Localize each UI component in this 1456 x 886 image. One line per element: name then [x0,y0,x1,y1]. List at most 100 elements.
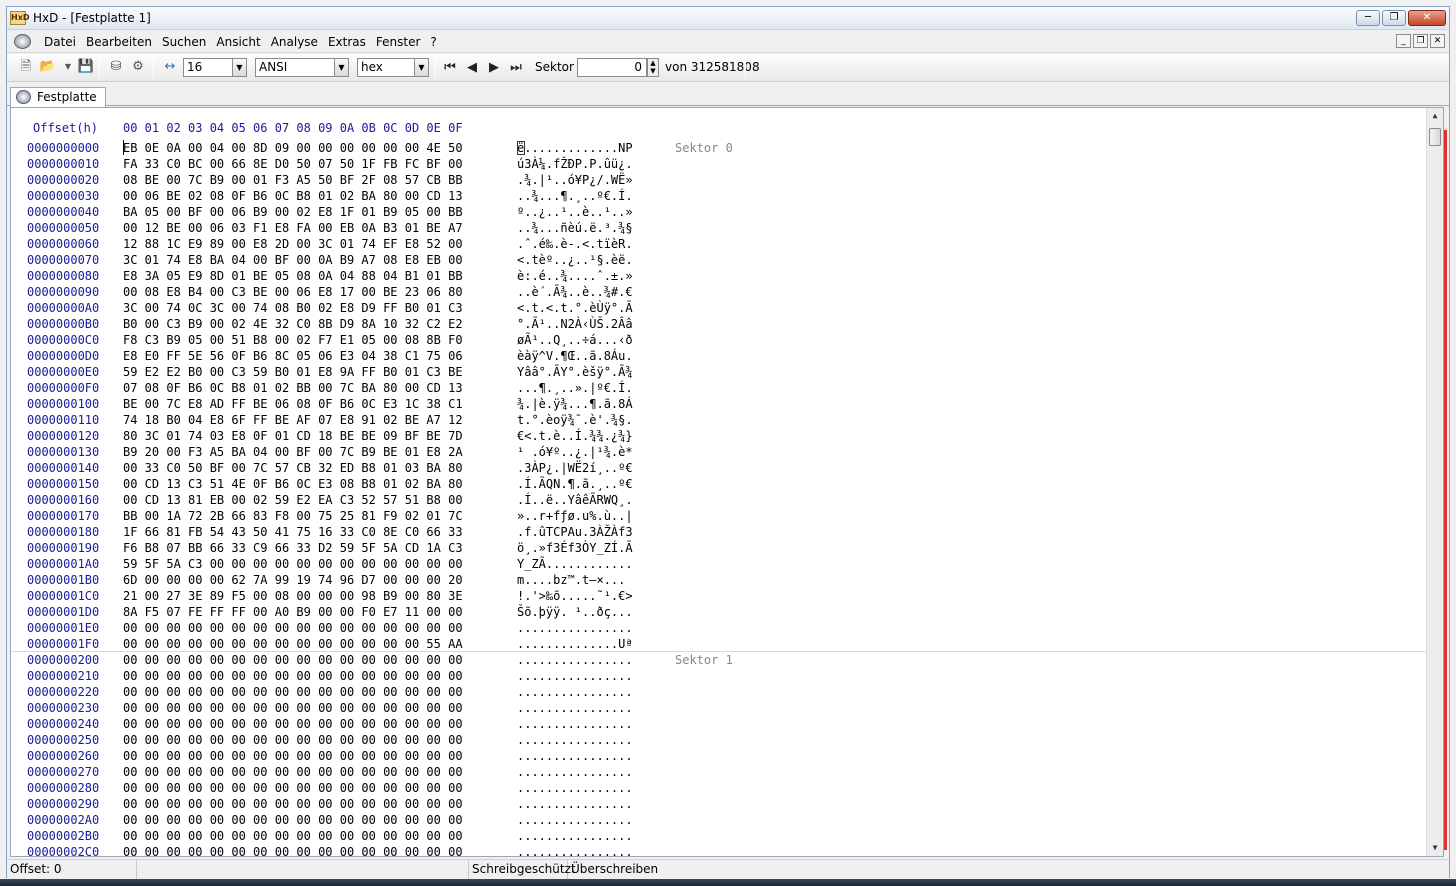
last-sector-icon[interactable]: ⏭ [507,58,525,77]
row-hex-bytes[interactable]: 12 88 1C E9 89 00 E8 2D 00 3C 01 74 EF E… [123,236,463,252]
next-sector-icon[interactable]: ▶ [485,58,503,77]
menu-help[interactable]: ? [425,34,441,50]
row-hex-bytes[interactable]: 00 CD 13 81 EB 00 02 59 E2 EA C3 52 57 5… [123,492,463,508]
hex-row[interactable]: 0000000120 80 3C 01 74 03 E8 0F 01 CD 18 … [11,428,1427,444]
hex-row[interactable]: 00000001A0 59 5F 5A C3 00 00 00 00 00 00 … [11,556,1427,572]
row-text[interactable]: ................ [517,780,633,796]
row-text[interactable]: »..r+fƒø.u%.ù..| [517,508,633,524]
row-text[interactable]: ...¶.¸..».|º€.Í. [517,380,633,396]
child-close-button[interactable]: ✕ [1430,34,1445,48]
charset-select[interactable]: ANSI ▼ [255,58,349,77]
row-hex-bytes[interactable]: 00 00 00 00 00 00 00 00 00 00 00 00 00 0… [123,652,463,668]
row-text[interactable]: €<.t.è..Í.¾¾.¿¾} [517,428,633,444]
row-text[interactable]: °.Ã¹..N2À‹ÙŠ.2Ââ [517,316,633,332]
row-hex-bytes[interactable]: 00 00 00 00 00 00 00 00 00 00 00 00 00 0… [123,732,463,748]
hex-row[interactable]: 0000000190 F6 B8 07 BB 66 33 C9 66 33 D2 … [11,540,1427,556]
sector-input[interactable]: 0 [577,58,647,77]
open-folder-icon[interactable]: 📂 [39,58,57,76]
child-restore-button[interactable]: ❐ [1413,34,1428,48]
row-hex-bytes[interactable]: 00 00 00 00 00 00 00 00 00 00 00 00 00 0… [123,716,463,732]
row-text[interactable]: ................ [517,652,633,668]
menu-ansicht[interactable]: Ansicht [211,34,265,50]
row-hex-bytes[interactable]: BA 05 00 BF 00 06 B9 00 02 E8 1F 01 B9 0… [123,204,463,220]
row-text[interactable]: <.t.<.t.°.èÙÿ°.Ã [517,300,633,316]
row-text[interactable]: ................ [517,700,633,716]
row-text[interactable]: ................ [517,844,633,856]
vertical-scrollbar[interactable]: ▲ ▼ [1426,108,1443,856]
new-file-icon[interactable]: 🗎 [17,58,35,76]
hex-row[interactable]: 0000000070 3C 01 74 E8 BA 04 00 BF 00 0A … [11,252,1427,268]
row-text[interactable]: Y_ZÃ............ [517,556,633,572]
row-hex-bytes[interactable]: 00 00 00 00 00 00 00 00 00 00 00 00 00 0… [123,828,463,844]
row-text[interactable]: .f.ûTCPAu.3ÀŽÀf3 [517,524,633,540]
hex-row[interactable]: 0000000290 00 00 00 00 00 00 00 00 00 00 … [11,796,1427,812]
row-hex-bytes[interactable]: 00 08 E8 B4 00 C3 BE 00 06 E8 17 00 BE 2… [123,284,463,300]
menu-analyse[interactable]: Analyse [266,34,323,50]
row-hex-bytes[interactable]: 00 00 00 00 00 00 00 00 00 00 00 00 00 0… [123,684,463,700]
hex-row[interactable]: 00000001B0 6D 00 00 00 00 62 7A 99 19 74 … [11,572,1427,588]
previous-sector-icon[interactable]: ◀ [463,58,481,77]
hex-row[interactable]: 00000000A0 3C 00 74 0C 3C 00 74 08 B0 02 … [11,300,1427,316]
row-hex-bytes[interactable]: 59 5F 5A C3 00 00 00 00 00 00 00 00 00 0… [123,556,463,572]
row-hex-bytes[interactable]: F6 B8 07 BB 66 33 C9 66 33 D2 59 5F 5A C… [123,540,463,556]
row-hex-bytes[interactable]: FA 33 C0 BC 00 66 8E D0 50 07 50 1F FB F… [123,156,463,172]
row-hex-bytes[interactable]: 00 CD 13 C3 51 4E 0F B6 0C E3 08 B8 01 0… [123,476,463,492]
row-hex-bytes[interactable]: 00 00 00 00 00 00 00 00 00 00 00 00 00 0… [123,844,463,856]
row-hex-bytes[interactable]: 6D 00 00 00 00 62 7A 99 19 74 96 D7 00 0… [123,572,463,588]
open-dropdown-icon[interactable]: ▼ [59,58,77,76]
hex-row[interactable]: 0000000130 B9 20 00 F3 A5 BA 04 00 BF 00 … [11,444,1427,460]
row-text[interactable]: ................ [517,796,633,812]
row-hex-bytes[interactable]: B9 20 00 F3 A5 BA 04 00 BF 00 7C B9 BE 0… [123,444,463,460]
hex-row[interactable]: 0000000240 00 00 00 00 00 00 00 00 00 00 … [11,716,1427,732]
child-minimize-button[interactable]: _ [1396,34,1411,48]
row-hex-bytes[interactable]: 74 18 B0 04 E8 6F FF BE AF 07 E8 91 02 B… [123,412,463,428]
hex-row[interactable]: 0000000080 E8 3A 05 E9 8D 01 BE 05 08 0A … [11,268,1427,284]
menu-suchen[interactable]: Suchen [157,34,211,50]
row-hex-bytes[interactable]: 00 06 BE 02 08 0F B6 0C B8 01 02 BA 80 0… [123,188,463,204]
row-hex-bytes[interactable]: 3C 00 74 0C 3C 00 74 08 B0 02 E8 D9 FF B… [123,300,463,316]
first-sector-icon[interactable]: ⏮ [441,58,459,77]
row-hex-bytes[interactable]: EB 0E 0A 00 04 00 8D 09 00 00 00 00 00 0… [123,140,463,156]
row-text[interactable]: ................ [517,668,633,684]
bytes-per-row-select[interactable]: 16 ▼ [183,58,247,77]
row-text[interactable]: ..¾...ñèú.ë.³.¾§ [517,220,633,236]
hex-row[interactable]: 0000000220 00 00 00 00 00 00 00 00 00 00 … [11,684,1427,700]
hex-row[interactable]: 0000000170 BB 00 1A 72 2B 66 83 F8 00 75 … [11,508,1427,524]
row-hex-bytes[interactable]: 00 00 00 00 00 00 00 00 00 00 00 00 00 0… [123,636,463,652]
hex-row[interactable]: 0000000010 FA 33 C0 BC 00 66 8E D0 50 07 … [11,156,1427,172]
row-hex-bytes[interactable]: 1F 66 81 FB 54 43 50 41 75 16 33 C0 8E C… [123,524,463,540]
hex-row[interactable]: 0000000260 00 00 00 00 00 00 00 00 00 00 … [11,748,1427,764]
row-text[interactable]: ................ [517,764,633,780]
hex-row[interactable]: 00000000B0 B0 00 C3 B9 00 02 4E 32 C0 8B … [11,316,1427,332]
offset-base-select[interactable]: hex ▼ [357,58,429,77]
row-text[interactable]: ................ [517,716,633,732]
hex-row[interactable]: 0000000250 00 00 00 00 00 00 00 00 00 00 … [11,732,1427,748]
chevron-down-icon[interactable]: ▼ [232,59,246,76]
row-text[interactable]: Yââ°.ÃY°.èšÿ°.Ã¾ [517,364,633,380]
hex-row[interactable]: 0000000280 00 00 00 00 00 00 00 00 00 00 … [11,780,1427,796]
hex-row[interactable]: 0000000040 BA 05 00 BF 00 06 B9 00 02 E8 … [11,204,1427,220]
menu-bearbeiten[interactable]: Bearbeiten [81,34,157,50]
row-hex-bytes[interactable]: B0 00 C3 B9 00 02 4E 32 C0 8B D9 8A 10 3… [123,316,463,332]
row-text[interactable]: ¾.|è.ÿ¾...¶.ã.8Á [517,396,633,412]
row-text[interactable]: m....bz™.t–×... [517,572,633,588]
row-hex-bytes[interactable]: 00 00 00 00 00 00 00 00 00 00 00 00 00 0… [123,620,463,636]
row-text[interactable]: èàÿ^V.¶Œ..ã.8Áu. [517,348,633,364]
row-hex-bytes[interactable]: BB 00 1A 72 2B 66 83 F8 00 75 25 81 F9 0… [123,508,463,524]
hex-row[interactable]: 0000000020 08 BE 00 7C B9 00 01 F3 A5 50 … [11,172,1427,188]
row-hex-bytes[interactable]: 00 00 00 00 00 00 00 00 00 00 00 00 00 0… [123,812,463,828]
row-text[interactable]: ..è´.Ã¾..è..¾#.€ [517,284,633,300]
row-hex-bytes[interactable]: E8 3A 05 E9 8D 01 BE 05 08 0A 04 88 04 B… [123,268,463,284]
row-hex-bytes[interactable]: 8A F5 07 FE FF FF 00 A0 B9 00 00 F0 E7 1… [123,604,463,620]
hex-row[interactable]: 00000001C0 21 00 27 3E 89 F5 00 08 00 00 … [11,588,1427,604]
row-hex-bytes[interactable]: 3C 01 74 E8 BA 04 00 BF 00 0A B9 A7 08 E… [123,252,463,268]
row-text[interactable]: ..............Uª [517,636,633,652]
hex-row[interactable]: 00000001D0 8A F5 07 FE FF FF 00 A0 B9 00 … [11,604,1427,620]
maximize-button[interactable]: ❐ [1382,10,1406,26]
save-icon[interactable]: 💾 [77,58,95,76]
hex-row[interactable]: 0000000230 00 00 00 00 00 00 00 00 00 00 … [11,700,1427,716]
row-text[interactable]: .Í.ÃQN.¶.ã.¸..º€ [517,476,633,492]
status-readonly[interactable]: Schreibgeschützt [469,860,576,879]
row-text[interactable]: ................ [517,828,633,844]
hex-row[interactable]: 00000000E0 59 E2 E2 B0 00 C3 59 B0 01 E8 … [11,364,1427,380]
